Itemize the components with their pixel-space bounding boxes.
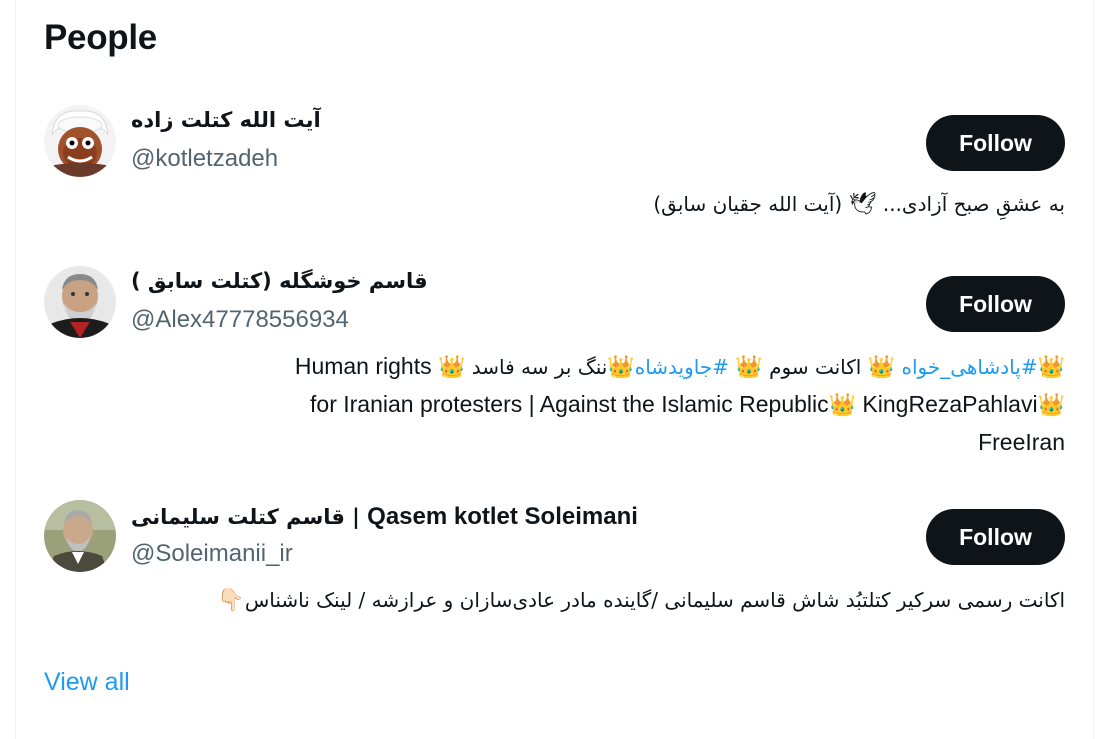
crown-icon: 👑 xyxy=(1037,393,1065,418)
dove-icon: 🕊 xyxy=(848,192,877,217)
crown-icon: 👑 xyxy=(867,355,896,380)
cleric-cartoon-avatar[interactable] xyxy=(44,105,116,177)
view-all-link[interactable]: View all xyxy=(44,668,130,697)
crown-icon: 👑 xyxy=(1037,355,1065,380)
person-handle[interactable]: @Alex47778556934 xyxy=(131,306,349,334)
hashtag-link[interactable]: #جاویدشاه xyxy=(635,355,729,379)
person-name-en: Qasem kotlet Soleimani xyxy=(367,503,638,530)
person-handle[interactable]: @kotletzadeh xyxy=(131,145,278,173)
bio-text: FreeIran xyxy=(978,429,1065,455)
bio-text: for Iranian protesters | Against the Isl… xyxy=(310,391,829,417)
general-photo-avatar[interactable] xyxy=(44,500,116,572)
follow-button[interactable]: Follow xyxy=(926,276,1065,332)
section-title: People xyxy=(44,18,157,57)
person-handle[interactable]: @Soleimanii_ir xyxy=(131,540,293,568)
bio-text: Human rights xyxy=(294,353,432,379)
crown-icon: 👑 xyxy=(437,355,466,380)
crown-icon: 👑 xyxy=(607,355,635,380)
crown-icon: 👑 xyxy=(828,393,857,418)
person-name[interactable]: آیت الله کتلت زاده xyxy=(131,108,321,132)
person-bio: به عشقِ صبح آزادی... 🕊 (آیت الله جقیان س… xyxy=(653,186,1065,223)
pointing-down-hand-icon: 👇🏻 xyxy=(217,588,245,613)
bio-text: ننگ بر سه فاسد xyxy=(471,355,608,379)
person-bio: اکانت رسمی سرکیر کتلتبُد شاش قاسم سلیمان… xyxy=(217,582,1065,619)
bio-text: (آیت الله جقیان سابق) xyxy=(653,192,843,216)
follow-button[interactable]: Follow xyxy=(926,115,1065,171)
bio-text: به عشقِ صبح آزادی... xyxy=(882,192,1065,216)
crown-icon: 👑 xyxy=(735,355,763,380)
bearded-man-avatar[interactable] xyxy=(44,266,116,338)
follow-button[interactable]: Follow xyxy=(926,509,1065,565)
bio-text: اکانت سوم xyxy=(769,355,862,379)
bio-text: اکانت رسمی سرکیر کتلتبُد شاش قاسم سلیمان… xyxy=(244,588,1065,612)
person-name[interactable]: قاسم کتلت سلیمانی | Qasem kotlet Soleima… xyxy=(131,503,638,531)
person-name-fa: قاسم کتلت سلیمانی | xyxy=(131,505,360,529)
bio-text: KingRezaPahlavi xyxy=(862,391,1038,417)
person-bio: 👑#پادشاهی_خواه 👑 اکانت سوم 👑 #جاویدشاه👑ن… xyxy=(135,348,1065,461)
person-name[interactable]: قاسم خوشگله (کتلت سابق ) xyxy=(131,269,428,293)
hashtag-link[interactable]: #پادشاهی_خواه xyxy=(901,355,1037,379)
